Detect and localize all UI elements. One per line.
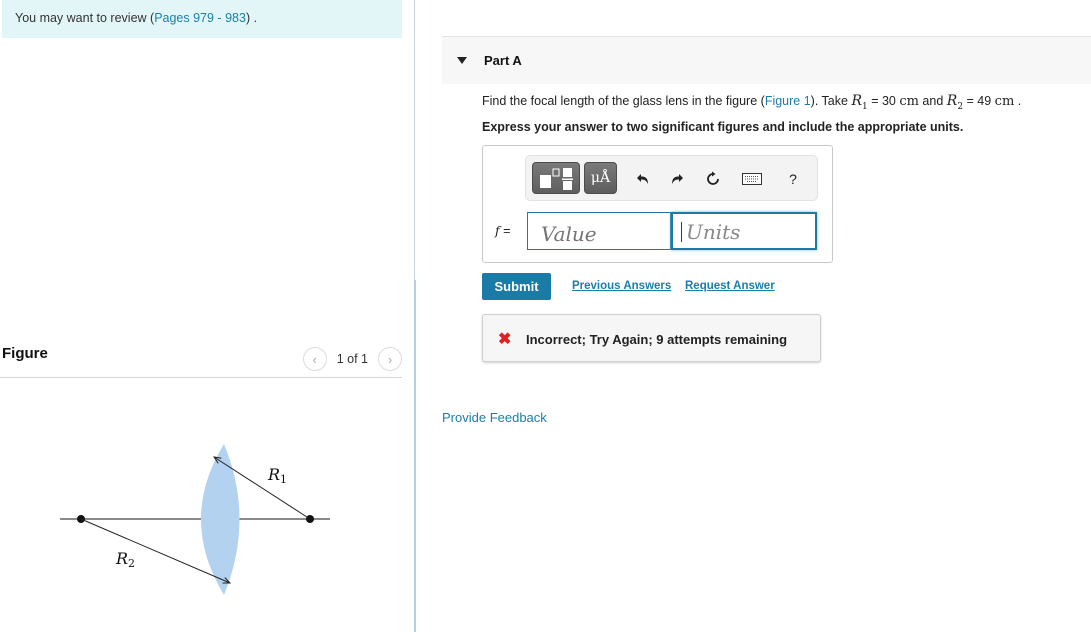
- reset-icon: [707, 171, 719, 185]
- figure-header: Figure ‹ 1 of 1 ›: [0, 340, 402, 378]
- figure-title: Figure: [2, 345, 48, 362]
- instruction-text: Express your answer to two significant f…: [482, 120, 964, 134]
- feedback-text: Incorrect; Try Again; 9 attempts remaini…: [526, 332, 788, 347]
- request-answer-link[interactable]: Request Answer: [685, 280, 775, 292]
- feedback-message: ✖ Incorrect; Try Again; 9 attempts remai…: [482, 314, 821, 362]
- templates-button[interactable]: [532, 162, 580, 194]
- redo-button[interactable]: [666, 168, 688, 190]
- text-cursor: [681, 222, 682, 242]
- r1-unit: cm: [899, 94, 919, 109]
- r2-unit: cm: [994, 94, 1015, 109]
- r1-label: R1: [267, 465, 287, 486]
- lens-shape: [201, 444, 240, 595]
- submit-button[interactable]: Submit: [482, 273, 551, 300]
- reset-button[interactable]: [702, 168, 724, 190]
- review-suffix: ) .: [245, 11, 258, 25]
- templates-icon: [540, 168, 573, 190]
- figure-link[interactable]: Figure 1: [765, 94, 811, 108]
- r1-value: = 30: [867, 94, 900, 108]
- part-title: Part A: [484, 53, 522, 68]
- redo-icon: [672, 174, 683, 184]
- r2-value: = 49: [963, 94, 995, 108]
- value-input[interactable]: [527, 212, 671, 250]
- question-and: and: [918, 94, 947, 108]
- help-icon: ?: [789, 171, 797, 187]
- pager-label: 1 of 1: [336, 352, 368, 366]
- help-button[interactable]: ?: [782, 168, 804, 190]
- question-text-1: Find the focal length of the glass lens …: [482, 94, 765, 108]
- chevron-right-icon: ›: [387, 351, 393, 367]
- review-banner: You may want to review (Pages 979 - 983)…: [2, 0, 402, 38]
- units-input[interactable]: Units: [671, 212, 817, 250]
- chevron-left-icon: ‹: [312, 351, 317, 367]
- previous-answers-link[interactable]: Previous Answers: [572, 280, 671, 292]
- answer-box: μÅ ? f = Units: [482, 145, 833, 263]
- pane-divider: [414, 0, 415, 280]
- r1-variable: R1: [851, 93, 868, 112]
- provide-feedback-link[interactable]: Provide Feedback: [442, 410, 547, 425]
- review-pages-link[interactable]: Pages 979 - 983: [154, 11, 246, 25]
- question-text-2: ). Take: [810, 94, 852, 108]
- equation-row: f = Units: [483, 211, 832, 251]
- figure-pager: ‹ 1 of 1 ›: [302, 347, 402, 371]
- undo-button[interactable]: [632, 168, 654, 190]
- part-a-header[interactable]: Part A: [442, 36, 1091, 84]
- undo-icon: [637, 174, 648, 184]
- caret-down-icon: [457, 57, 467, 64]
- review-prefix: You may want to review (: [15, 11, 155, 25]
- math-toolbar: μÅ ?: [525, 155, 818, 201]
- question-end: .: [1014, 94, 1022, 108]
- left-pane: You may want to review (Pages 979 - 983)…: [0, 0, 414, 632]
- pager-next-button[interactable]: ›: [378, 347, 402, 371]
- question-text: Find the focal length of the glass lens …: [482, 93, 1021, 112]
- lens-figure: R1 R2: [60, 444, 330, 595]
- keyboard-button[interactable]: [739, 168, 765, 190]
- units-button-label: μÅ: [590, 170, 611, 186]
- page: You may want to review (Pages 979 - 983)…: [0, 0, 1091, 632]
- r2-variable: R2: [946, 93, 964, 112]
- incorrect-x-icon: ✖: [498, 331, 512, 348]
- pager-prev-button[interactable]: ‹: [302, 347, 327, 371]
- pane-resize-handle[interactable]: [414, 280, 416, 632]
- keyboard-icon: [742, 173, 762, 185]
- units-placeholder: Units: [686, 220, 741, 244]
- r2-label: R2: [115, 549, 135, 570]
- units-button[interactable]: μÅ: [584, 162, 617, 194]
- equation-label: f =: [495, 223, 511, 238]
